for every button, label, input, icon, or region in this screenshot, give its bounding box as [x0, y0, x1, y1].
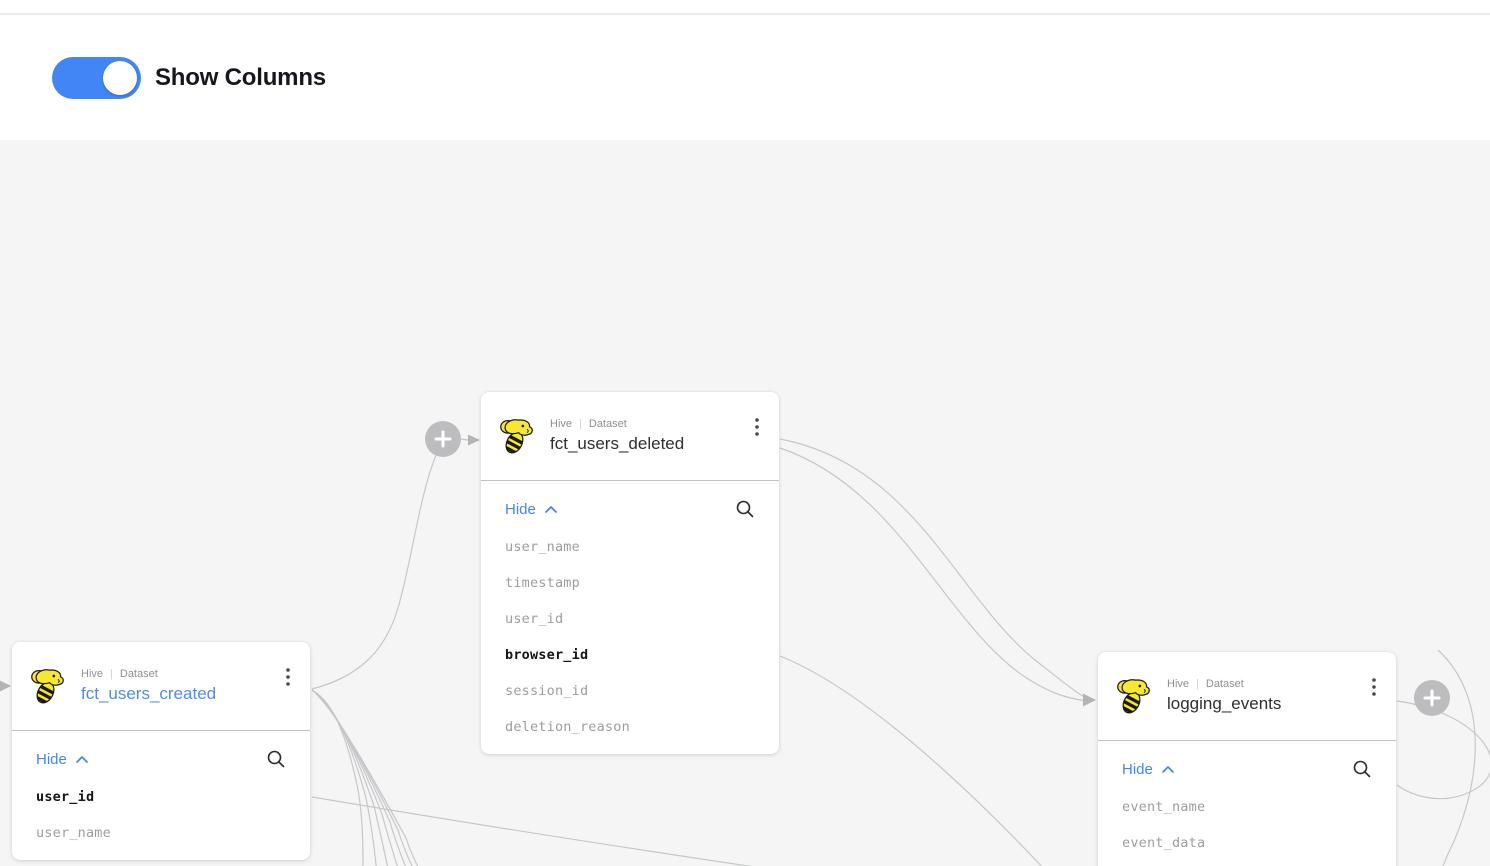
hide-label: Hide — [505, 501, 536, 518]
topbar: Show Columns — [0, 0, 1490, 140]
node-columns-panel: Hide user_name timestamp — [481, 481, 779, 754]
edge — [1397, 701, 1490, 799]
node-title-link[interactable]: fct_users_created — [81, 684, 216, 704]
node-type-row: Hive | Dataset — [1167, 678, 1281, 690]
column-row[interactable]: session_id — [505, 673, 755, 709]
expand-upstream-button[interactable] — [425, 421, 461, 457]
edge — [312, 690, 462, 866]
node-title-link[interactable]: logging_events — [1167, 694, 1281, 714]
kebab-menu-icon[interactable] — [1368, 676, 1380, 703]
edge — [312, 690, 490, 866]
edge-arrowhead — [0, 680, 11, 692]
platform-label: Hive — [550, 418, 572, 430]
node-type-row: Hive | Dataset — [550, 418, 684, 430]
column-row[interactable]: timestamp — [1122, 861, 1372, 866]
column-row[interactable]: event_data — [1122, 825, 1372, 861]
edge-arrowhead — [1083, 694, 1096, 707]
node-header: Hive | Dataset fct_users_deleted — [481, 392, 779, 480]
hide-label: Hide — [36, 751, 67, 768]
edge — [312, 690, 363, 866]
search-icon[interactable] — [266, 749, 286, 769]
search-icon[interactable] — [735, 499, 755, 519]
column-row[interactable]: event_name — [1122, 789, 1372, 825]
column-row[interactable]: user_id — [505, 601, 755, 637]
chevron-up-icon — [1162, 766, 1174, 773]
platform-label: Hive — [1167, 678, 1189, 690]
dataset-node-logging-events[interactable]: Hive | Dataset logging_events Hide — [1098, 652, 1396, 866]
toggle-knob — [103, 61, 137, 95]
column-row[interactable]: user_name — [505, 529, 755, 565]
platform-label: Hive — [81, 668, 103, 680]
lineage-canvas[interactable]: Hive | Dataset fct_users_created Hide — [0, 140, 1490, 866]
node-columns-panel: Hide user_id user_name — [12, 731, 310, 860]
hide-columns-link[interactable]: Hide — [505, 501, 557, 518]
edge — [312, 453, 437, 689]
search-icon[interactable] — [1352, 759, 1372, 779]
edge-arrowhead — [468, 435, 480, 446]
chevron-up-icon — [545, 506, 557, 513]
dataset-node-fct-users-created[interactable]: Hive | Dataset fct_users_created Hide — [12, 642, 310, 860]
topbar-divider — [0, 13, 1490, 15]
column-row[interactable]: browser_id — [505, 637, 755, 673]
edge — [461, 439, 468, 440]
node-header: Hive | Dataset fct_users_created — [12, 642, 310, 730]
hide-columns-link[interactable]: Hide — [1122, 761, 1174, 778]
dataset-node-fct-users-deleted[interactable]: Hive | Dataset fct_users_deleted Hide — [481, 392, 779, 754]
separator: | — [1196, 678, 1199, 690]
column-row[interactable]: user_id — [36, 779, 286, 815]
edge — [0, 672, 1, 686]
hive-logo-icon — [497, 416, 537, 456]
edge — [312, 690, 406, 866]
separator: | — [579, 418, 582, 430]
lineage-page: Show Columns — [0, 0, 1490, 866]
edge — [780, 448, 1086, 701]
column-row[interactable]: deletion_reason — [505, 709, 755, 745]
node-type-row: Hive | Dataset — [81, 668, 216, 680]
node-columns-panel: Hide event_name event_data — [1098, 741, 1396, 866]
expand-downstream-button[interactable] — [1414, 680, 1450, 716]
hide-columns-link[interactable]: Hide — [36, 751, 88, 768]
show-columns-toggle[interactable] — [52, 57, 141, 99]
column-row[interactable]: timestamp — [505, 565, 755, 601]
edge — [312, 797, 1080, 866]
node-header: Hive | Dataset logging_events — [1098, 652, 1396, 740]
chevron-up-icon — [76, 756, 88, 763]
kebab-menu-icon[interactable] — [282, 666, 294, 693]
hive-logo-icon — [1114, 676, 1154, 716]
entity-type-label: Dataset — [1206, 678, 1244, 690]
separator: | — [110, 668, 113, 680]
show-columns-label: Show Columns — [155, 57, 326, 99]
kebab-menu-icon[interactable] — [751, 416, 763, 443]
hive-logo-icon — [28, 666, 68, 706]
plus-icon — [1423, 689, 1441, 707]
entity-type-label: Dataset — [589, 418, 627, 430]
hide-label: Hide — [1122, 761, 1153, 778]
column-row[interactable]: user_name — [36, 815, 286, 851]
plus-icon — [434, 430, 452, 448]
edge — [312, 690, 380, 866]
edge — [780, 656, 1078, 866]
node-title-link[interactable]: fct_users_deleted — [550, 434, 684, 454]
entity-type-label: Dataset — [120, 668, 158, 680]
edge — [312, 690, 434, 866]
edge — [780, 439, 1086, 698]
